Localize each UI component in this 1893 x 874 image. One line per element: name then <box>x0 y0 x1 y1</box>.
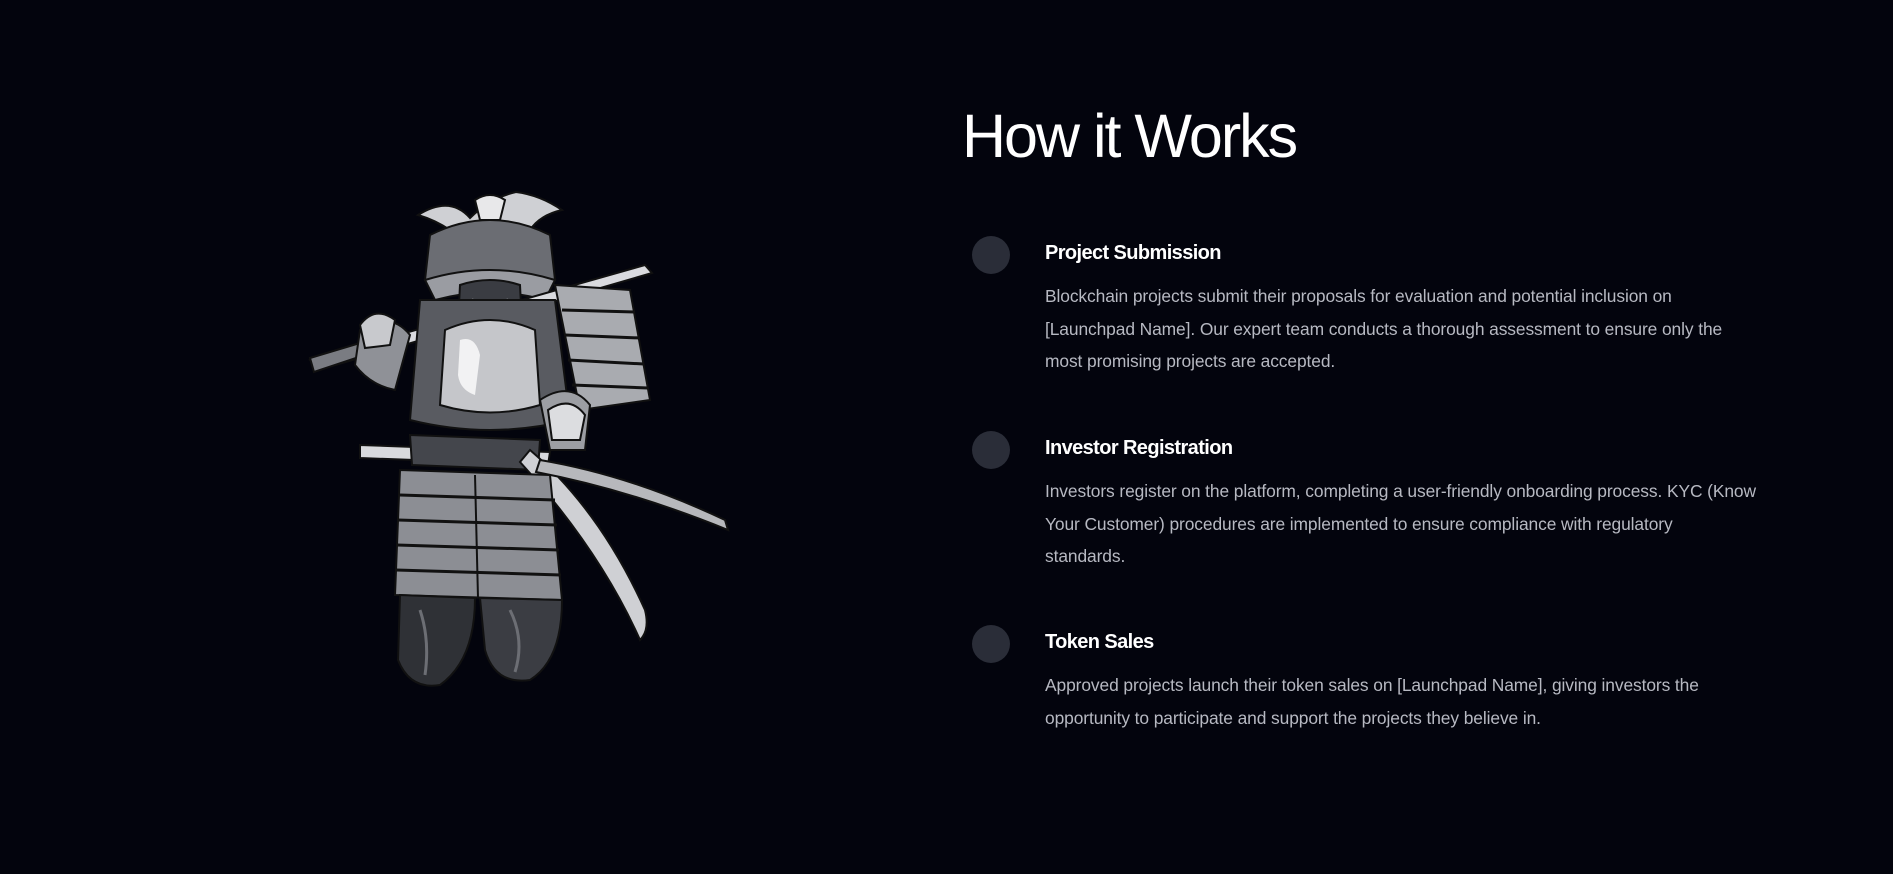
how-it-works-section: How it Works Project Submission Blockcha… <box>0 0 1893 874</box>
step-title: Project Submission <box>1045 242 1222 264</box>
step-marker-icon <box>972 625 1010 663</box>
section-title: How it Works <box>962 102 1298 170</box>
step-description: Investors register on the platform, comp… <box>1045 481 1756 566</box>
samurai-icon <box>308 190 730 687</box>
step-description: Blockchain projects submit their proposa… <box>1045 286 1723 371</box>
samurai-illustration <box>300 190 750 710</box>
step-marker-icon <box>972 236 1010 274</box>
step-marker-icon <box>972 431 1010 469</box>
step-title: Investor Registration <box>1045 437 1233 459</box>
step-description: Approved projects launch their token sal… <box>1045 675 1699 728</box>
step-title: Token Sales <box>1045 631 1154 653</box>
